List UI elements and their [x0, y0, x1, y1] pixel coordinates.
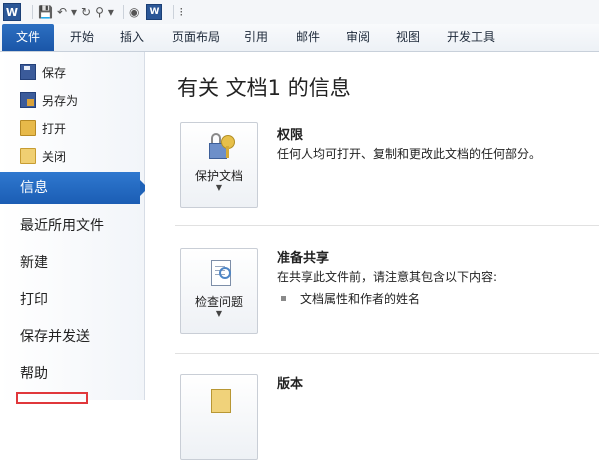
folder-close-icon — [20, 148, 36, 164]
prepare-sharing-description: 在共享此文件前，请注意其包含以下内容: — [277, 270, 498, 284]
nav-print[interactable]: 打印 — [0, 284, 144, 316]
highlight-box — [16, 392, 88, 404]
divider — [175, 353, 599, 354]
nav-recent[interactable]: 最近所用文件 — [0, 210, 144, 242]
tab-home[interactable]: 开始 — [62, 24, 102, 51]
dropdown-icon[interactable]: ▾ — [108, 3, 114, 21]
ribbon-tab-bar: 文件 开始 插入 页面布局 引用 邮件 审阅 视图 开发工具 — [0, 24, 599, 52]
tab-review[interactable]: 审阅 — [340, 24, 376, 51]
toolbar-separator — [32, 5, 33, 19]
toolbar-separator — [173, 5, 175, 19]
bullet-icon — [281, 296, 286, 301]
folder-open-icon — [20, 120, 36, 136]
word-app-icon[interactable]: W — [3, 3, 21, 21]
open-command[interactable]: 打开 — [20, 119, 66, 137]
save-label: 保存 — [42, 65, 67, 80]
protect-document-button[interactable]: 保护文档 ▼ — [180, 122, 258, 208]
save-command[interactable]: 保存 — [20, 63, 66, 81]
bullet-text: 文档属性和作者的姓名 — [300, 292, 421, 306]
customize-icon[interactable]: ⁝ — [179, 3, 183, 21]
spell-icon[interactable]: ◉ — [129, 3, 139, 21]
open-label: 打开 — [42, 121, 67, 136]
save-icon — [20, 64, 36, 80]
chevron-down-icon: ▼ — [215, 309, 223, 318]
nav-help[interactable]: 帮助 — [0, 358, 144, 390]
inspect-document-icon — [205, 257, 235, 287]
page-title: 有关 文档1 的信息 — [177, 76, 351, 100]
prepare-sharing-title: 准备共享 — [277, 251, 330, 266]
dropdown-icon[interactable]: ▾ — [71, 3, 77, 21]
list-item: 文档属性和作者的姓名 — [281, 290, 420, 307]
permissions-title: 权限 — [277, 128, 304, 143]
format-painter-icon[interactable]: ⚲ — [95, 3, 104, 21]
versions-icon — [205, 383, 235, 413]
close-command[interactable]: 关闭 — [20, 147, 66, 165]
backstage-nav: 保存 另存为 打开 关闭 信息 最近所用文件 新建 打印 保存并发送 帮助 — [0, 52, 148, 400]
tab-developer[interactable]: 开发工具 — [440, 24, 502, 51]
save-as-command[interactable]: 另存为 — [20, 91, 78, 109]
chevron-down-icon: ▼ — [215, 183, 223, 192]
nav-info[interactable]: 信息 — [0, 172, 148, 204]
tab-references[interactable]: 引用 — [238, 24, 274, 51]
versions-title: 版本 — [277, 377, 304, 392]
tab-insert[interactable]: 插入 — [112, 24, 152, 51]
tab-mailings[interactable]: 邮件 — [290, 24, 326, 51]
undo-icon[interactable]: ↶ — [57, 3, 67, 21]
divider — [175, 225, 599, 226]
lock-key-icon — [205, 131, 235, 161]
check-for-issues-label: 检查问题 — [194, 295, 243, 309]
close-label: 关闭 — [42, 149, 67, 164]
save-as-icon — [20, 92, 36, 108]
tab-view[interactable]: 视图 — [390, 24, 426, 51]
permissions-description: 任何人均可打开、复制和更改此文档的任何部分。 — [277, 147, 542, 161]
tab-file[interactable]: 文件 — [2, 24, 54, 51]
redo-icon[interactable]: ↻ — [81, 3, 91, 21]
check-for-issues-button[interactable]: 检查问题 ▼ — [180, 248, 258, 334]
nav-new[interactable]: 新建 — [0, 247, 144, 279]
quick-access-toolbar: W 💾 ↶ ▾ ↻ ⚲ ▾ ◉ W ⁝ — [0, 0, 599, 25]
word-icon[interactable]: W — [146, 4, 163, 20]
save-as-label: 另存为 — [42, 93, 79, 108]
nav-save-and-send[interactable]: 保存并发送 — [0, 321, 144, 353]
tab-page-layout[interactable]: 页面布局 — [166, 24, 226, 51]
manage-versions-button[interactable] — [180, 374, 258, 460]
info-panel: 有关 文档1 的信息 保护文档 ▼ 权限 任何人均可打开、复制和更改此文档的任何… — [145, 52, 599, 460]
toolbar-separator — [122, 5, 124, 19]
protect-document-label: 保护文档 — [194, 169, 243, 183]
save-icon[interactable]: 💾 — [38, 3, 53, 21]
